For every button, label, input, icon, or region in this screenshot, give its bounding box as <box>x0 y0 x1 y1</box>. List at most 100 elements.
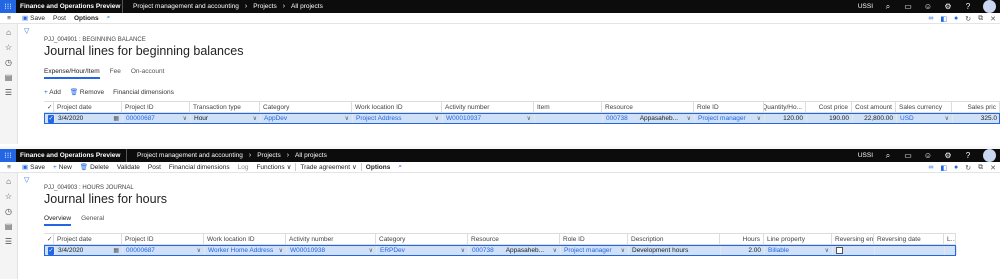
company-picker[interactable]: USSI <box>858 3 873 10</box>
post-button[interactable]: Post <box>144 164 165 171</box>
chevron-down-icon[interactable]: ∨ <box>183 115 187 122</box>
col-resource[interactable]: Resource <box>468 234 560 244</box>
chevron-down-icon[interactable]: ∨ <box>435 115 439 122</box>
calendar-icon[interactable]: ▦ <box>113 115 119 122</box>
breadcrumb-item[interactable]: All projects <box>291 3 323 10</box>
delete-button[interactable]: 🗑 Delete <box>76 163 113 172</box>
col-project-date[interactable]: Project date <box>54 234 122 244</box>
breadcrumb-item[interactable]: Project management and accounting <box>133 3 239 10</box>
cell-reversing-entry[interactable] <box>833 246 875 255</box>
table-row[interactable]: ✓ 3/4/2020 ▦ 00000687 ∨ Worker Home Addres… <box>44 245 957 256</box>
cell-line-property[interactable]: Billable ∨ <box>765 246 833 255</box>
smiley-icon[interactable]: ☺ <box>923 2 933 11</box>
post-button[interactable]: Post <box>49 15 70 22</box>
home-icon[interactable]: ⌂ <box>6 177 11 186</box>
col-cost-price[interactable]: Cost price <box>806 102 852 112</box>
trade-agreement-menu[interactable]: Trade agreement ∨ <box>296 163 360 172</box>
cell-sales-currency[interactable]: USD ∨ <box>897 114 953 123</box>
star-icon[interactable]: ☆ <box>5 43 12 52</box>
gear-icon[interactable]: ⚙ <box>943 2 953 11</box>
search-icon[interactable]: ⌕ <box>883 2 893 12</box>
chevron-down-icon[interactable]: ∨ <box>553 247 557 254</box>
breadcrumb-item[interactable]: Project management and accounting <box>137 152 243 159</box>
col-category[interactable]: Category <box>260 102 352 112</box>
col-reversing-entry[interactable]: Reversing en... <box>832 234 874 244</box>
tab-general[interactable]: General <box>81 215 104 226</box>
link-icon[interactable]: ∞ <box>928 164 933 171</box>
cell-cost-amount[interactable]: 22,800.00 <box>853 114 897 123</box>
list-icon[interactable]: ☰ <box>5 237 12 246</box>
cell-project-date[interactable]: 3/4/2020 ▦ <box>55 246 123 255</box>
cell-cost-price[interactable]: 190.00 <box>807 114 853 123</box>
breadcrumb-item[interactable]: All projects <box>295 152 327 159</box>
save-button[interactable]: ▣ Save <box>18 14 49 23</box>
chevron-down-icon[interactable]: ∨ <box>345 115 349 122</box>
cell-description[interactable]: Development hours <box>629 246 721 255</box>
cell-work-location[interactable]: Project Address ∨ <box>353 114 443 123</box>
avatar[interactable] <box>983 0 996 13</box>
functions-menu[interactable]: Functions ∨ <box>252 163 295 172</box>
cell-project-date[interactable]: 3/4/2020 ▦ <box>55 114 123 123</box>
open-new-icon[interactable]: ⧉ <box>978 15 983 23</box>
col-line-property[interactable]: Line property <box>764 234 832 244</box>
company-picker[interactable]: USSI <box>858 152 873 159</box>
tab-on-account[interactable]: On-account <box>131 68 165 79</box>
chevron-down-icon[interactable]: ∨ <box>369 247 373 254</box>
reversing-entry-checkbox[interactable] <box>836 247 843 254</box>
col-quantity[interactable]: Quantity/Ho... <box>764 102 806 112</box>
cell-category[interactable]: ERPDev ∨ <box>377 246 469 255</box>
chat-icon[interactable]: ▭ <box>903 2 913 11</box>
close-icon[interactable]: ✕ <box>990 164 996 172</box>
options-button[interactable]: Options <box>70 15 103 22</box>
col-cost-amount[interactable]: Cost amount <box>852 102 896 112</box>
filter-icon[interactable]: ▽ <box>24 176 29 184</box>
cell-resource[interactable]: 000738 Appasaheb... ∨ <box>469 246 561 255</box>
hamburger-icon[interactable]: ≡ <box>0 164 18 171</box>
col-sales-price[interactable]: Sales pric <box>952 102 1000 112</box>
cell-reversing-date[interactable] <box>875 246 945 255</box>
col-description[interactable]: Description <box>628 234 720 244</box>
close-icon[interactable]: ✕ <box>990 15 996 23</box>
refresh-icon[interactable]: ↻ <box>965 15 971 23</box>
col-transaction-type[interactable]: Transaction type <box>190 102 260 112</box>
chevron-down-icon[interactable]: ∨ <box>687 115 691 122</box>
table-row[interactable]: ✓ 3/4/2020 ▦ 00000687 ∨ Hour ∨ AppDev ∨ Proj… <box>44 113 1000 124</box>
chevron-down-icon[interactable]: ∨ <box>197 247 201 254</box>
options-button[interactable]: Options <box>362 164 395 171</box>
app-launcher-icon[interactable]: ⁝⁝⁝ <box>0 0 16 13</box>
new-button[interactable]: + New <box>49 164 76 171</box>
cell-project-id[interactable]: 00000687 ∨ <box>123 246 205 255</box>
list-icon[interactable]: ☰ <box>5 88 12 97</box>
cell-transaction-type[interactable]: Hour ∨ <box>191 114 261 123</box>
col-project-id[interactable]: Project ID <box>122 102 190 112</box>
col-project-date[interactable]: Project date <box>54 102 122 112</box>
financial-dimensions-button[interactable]: Financial dimensions <box>165 164 234 171</box>
col-sales-currency[interactable]: Sales currency <box>896 102 952 112</box>
cell-hours[interactable]: 2.00 <box>721 246 765 255</box>
chevron-down-icon[interactable]: ∨ <box>527 115 531 122</box>
tab-fee[interactable]: Fee <box>110 68 121 79</box>
clock-icon[interactable]: ◷ <box>5 58 12 67</box>
financial-dimensions-button[interactable]: Financial dimensions <box>113 89 174 96</box>
select-all-checkbox[interactable]: ✓ <box>44 102 54 112</box>
workspace-icon[interactable]: ▤ <box>5 222 13 231</box>
open-new-icon[interactable]: ⧉ <box>978 164 983 172</box>
cell-sales-price[interactable]: 325.0 <box>953 114 1000 123</box>
avatar[interactable] <box>983 149 996 162</box>
cell-quantity[interactable]: 120.00 <box>765 114 807 123</box>
breadcrumb-item[interactable]: Projects <box>257 152 280 159</box>
office-icon[interactable]: ◧ <box>940 164 947 172</box>
col-role-id[interactable]: Role ID <box>560 234 628 244</box>
add-button[interactable]: + Add <box>44 89 61 96</box>
breadcrumb-item[interactable]: Projects <box>253 3 276 10</box>
cell-role-id[interactable]: Project manager ∨ <box>695 114 765 123</box>
cell-role-id[interactable]: Project manager ∨ <box>561 246 629 255</box>
workspace-icon[interactable]: ▤ <box>5 73 13 82</box>
home-icon[interactable]: ⌂ <box>6 28 11 37</box>
filter-icon[interactable]: ▽ <box>24 27 29 35</box>
col-resource[interactable]: Resource <box>602 102 694 112</box>
col-work-location[interactable]: Work location ID <box>352 102 442 112</box>
hamburger-icon[interactable]: ≡ <box>0 15 18 22</box>
col-activity-number[interactable]: Activity number <box>286 234 376 244</box>
clock-icon[interactable]: ◷ <box>5 207 12 216</box>
